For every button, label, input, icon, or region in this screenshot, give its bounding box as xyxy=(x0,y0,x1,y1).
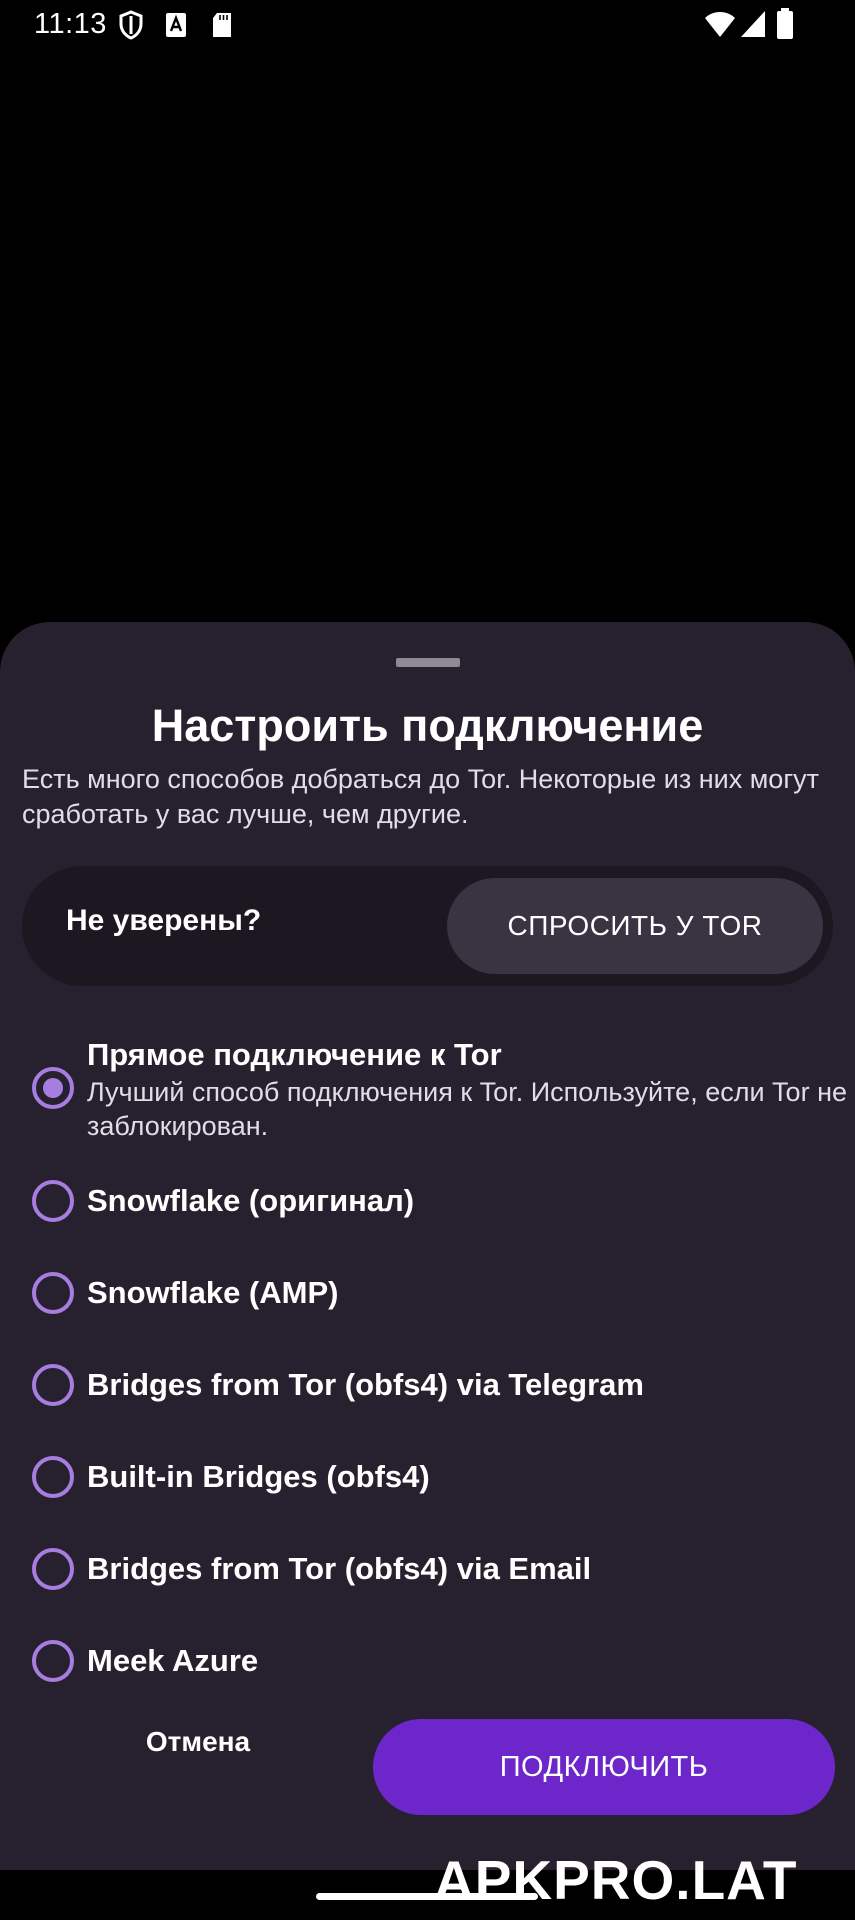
watermark: APKPRO.LAT xyxy=(434,1849,798,1911)
not-sure-label: Не уверены? xyxy=(66,904,262,937)
option-label: Snowflake (оригинал) xyxy=(87,1183,415,1218)
option-description: Лучший способ подключения к Tor. Использ… xyxy=(87,1077,847,1141)
sheet-description: Есть много способов добраться до Tor. Не… xyxy=(22,764,820,829)
wifi-icon xyxy=(704,10,736,43)
drag-handle[interactable] xyxy=(396,658,460,667)
not-sure-panel: Не уверены? СПРОСИТЬ У TOR xyxy=(22,866,833,986)
battery-icon xyxy=(776,8,794,45)
option-label: Built-in Bridges (obfs4) xyxy=(87,1459,430,1494)
option-label: Прямое подключение к Tor xyxy=(87,1037,502,1072)
status-time: 11:13 xyxy=(34,8,107,40)
sd-card-icon xyxy=(211,12,233,43)
option-label: Snowflake (AMP) xyxy=(87,1275,339,1310)
shield-icon xyxy=(118,10,144,45)
radio-unselected[interactable] xyxy=(32,1364,74,1406)
font-icon xyxy=(165,12,187,43)
sheet-title: Настроить подключение xyxy=(151,700,704,751)
radio-unselected[interactable] xyxy=(32,1548,74,1590)
radio-unselected[interactable] xyxy=(32,1180,74,1222)
option-label: Meek Azure xyxy=(87,1643,259,1678)
connection-sheet: Настроить подключение Есть много способо… xyxy=(0,622,855,1870)
radio-selected[interactable] xyxy=(32,1067,74,1109)
ask-tor-button[interactable]: СПРОСИТЬ У TOR xyxy=(447,878,823,974)
connect-button[interactable]: ПОДКЛЮЧИТЬ xyxy=(373,1719,835,1815)
option-label: Bridges from Tor (obfs4) via Telegram xyxy=(87,1367,644,1402)
option-label: Bridges from Tor (obfs4) via Email xyxy=(87,1551,592,1586)
radio-unselected[interactable] xyxy=(32,1272,74,1314)
signal-icon xyxy=(740,10,766,43)
status-bar: 11:13 xyxy=(0,0,855,50)
screen: 11:13 Настроить подключение Есть много с… xyxy=(0,0,855,1920)
radio-unselected[interactable] xyxy=(32,1640,74,1682)
cancel-button[interactable]: Отмена xyxy=(118,1712,278,1772)
radio-unselected[interactable] xyxy=(32,1456,74,1498)
